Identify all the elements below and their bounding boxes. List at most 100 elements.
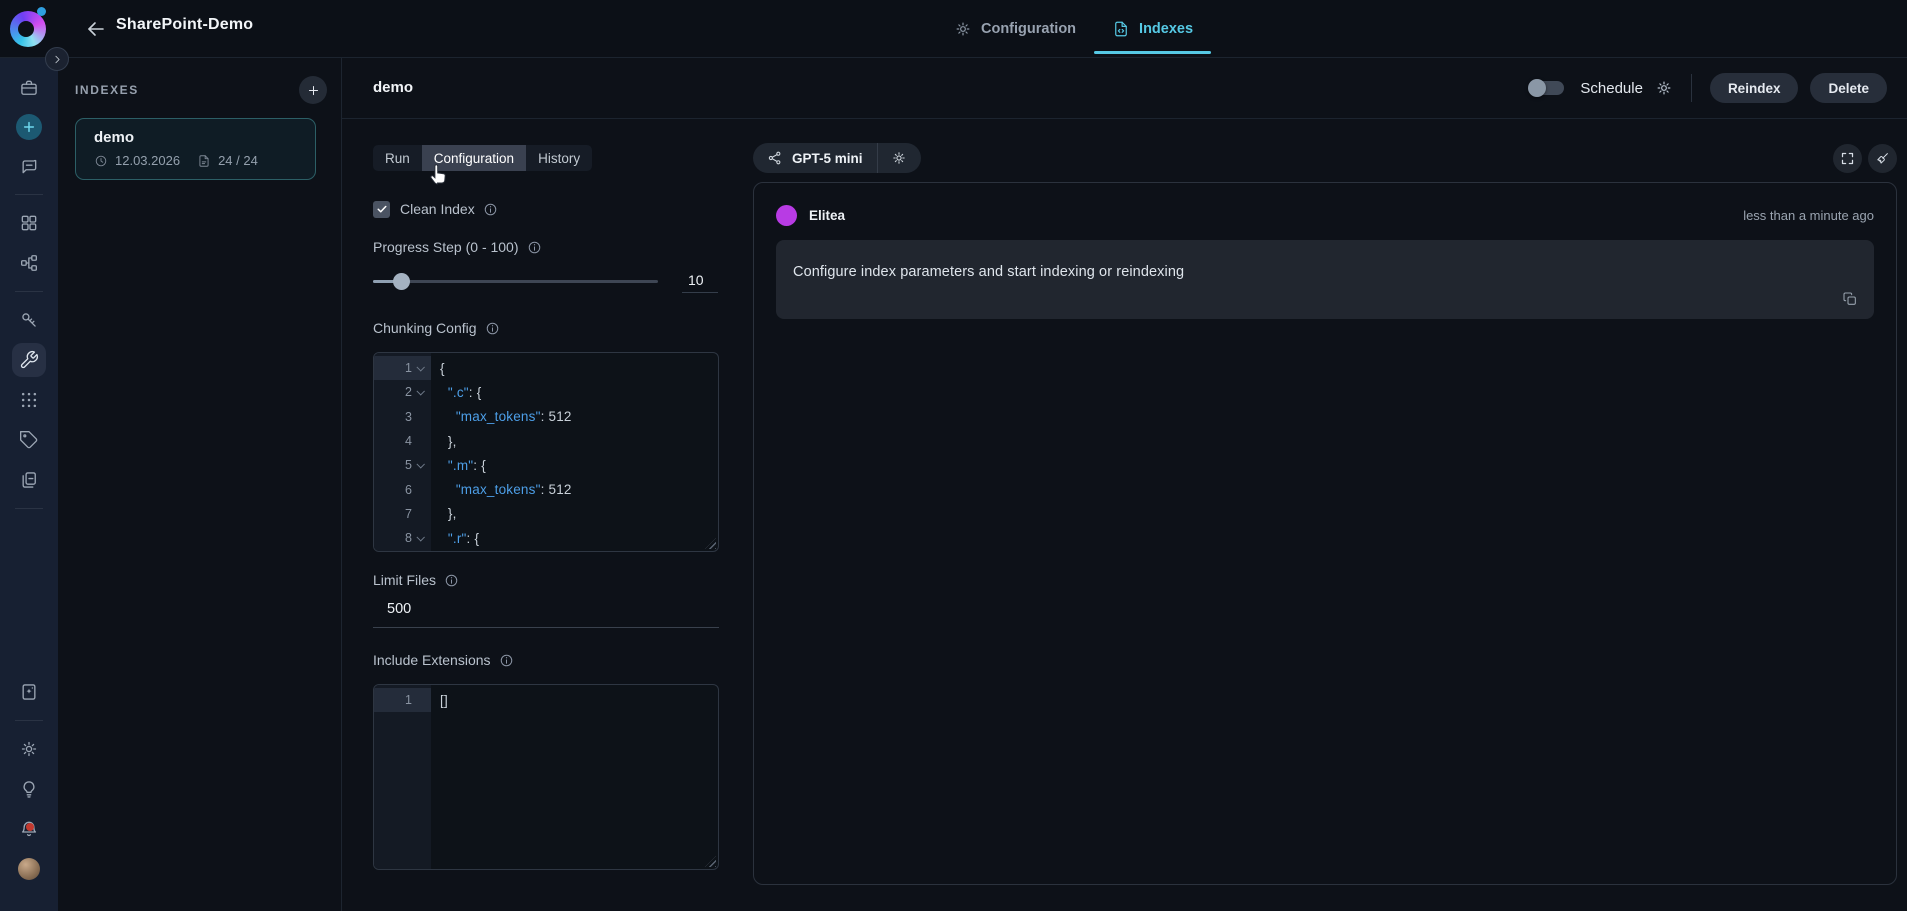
sidebar-item-tag[interactable] xyxy=(12,423,46,457)
clean-index-info-icon[interactable] xyxy=(483,202,498,217)
chevron-right-icon xyxy=(51,53,64,66)
indexes-heading: INDEXES xyxy=(75,83,139,97)
model-selector[interactable]: GPT-5 mini xyxy=(753,143,921,173)
slider-track[interactable] xyxy=(373,279,658,283)
sidebar-item-key[interactable] xyxy=(12,303,46,337)
sidebar-item-gear[interactable] xyxy=(12,732,46,766)
code-line: { xyxy=(440,360,445,376)
sidebar-item-book-sparkle[interactable] xyxy=(12,675,46,709)
tab-run[interactable]: Run xyxy=(373,145,422,171)
actions-divider xyxy=(1690,74,1692,102)
model-settings-button[interactable] xyxy=(876,143,921,173)
code-row: 5 ".m": { xyxy=(374,453,718,477)
nav-tab-indexes[interactable]: Indexes xyxy=(1094,0,1212,58)
schedule-label: Schedule xyxy=(1580,79,1643,97)
reindex-button[interactable]: Reindex xyxy=(1709,73,1799,103)
flow-icon xyxy=(19,253,39,273)
progress-step-value-input[interactable] xyxy=(682,269,718,293)
breadcrumb-title: SharePoint-Demo xyxy=(116,16,254,33)
message-timestamp: less than a minute ago xyxy=(1743,208,1874,223)
line-number: 3 xyxy=(405,409,412,424)
copy-message-button[interactable] xyxy=(1842,291,1858,307)
schedule-settings-icon[interactable] xyxy=(1655,79,1673,97)
line-number: 2 xyxy=(374,380,431,404)
code-row: 8 ".r": { xyxy=(374,526,718,550)
documents-icon xyxy=(19,470,39,490)
top-nav: Configuration Indexes xyxy=(936,0,1212,58)
include-extensions-info-icon[interactable] xyxy=(499,653,514,668)
nav-tab-configuration[interactable]: Configuration xyxy=(936,0,1094,58)
slider-thumb[interactable] xyxy=(393,272,410,290)
chat-icon xyxy=(19,156,39,176)
message-author: Elitea xyxy=(809,208,846,223)
sidebar-item-grid[interactable] xyxy=(12,206,46,240)
file-code-icon xyxy=(1112,20,1130,38)
index-config-form: Run Configuration History Clean Index Pr… xyxy=(373,119,719,870)
sidebar-item-avatar[interactable] xyxy=(12,852,46,886)
line-number: 4 xyxy=(405,434,412,449)
gear-icon xyxy=(954,20,972,38)
limit-files-info-icon[interactable] xyxy=(444,573,459,588)
page-header: demo Schedule Reindex Delete xyxy=(342,58,1907,119)
code-row: 4 }, xyxy=(374,429,718,453)
limit-files-label: Limit Files xyxy=(373,572,719,588)
limit-files-input[interactable] xyxy=(373,596,719,628)
code-line: "max_tokens": 512 xyxy=(455,409,572,425)
sidebar-item-bell[interactable] xyxy=(12,812,46,846)
sidebar-item-documents[interactable] xyxy=(12,463,46,497)
gear-icon xyxy=(19,739,39,759)
clock-icon xyxy=(94,154,108,168)
progress-step-info-icon[interactable] xyxy=(527,240,542,255)
chunking-config-info-icon[interactable] xyxy=(485,321,500,336)
sidebar-item-plus-circle[interactable] xyxy=(16,114,42,140)
schedule-toggle[interactable] xyxy=(1528,79,1565,97)
logo-status-dot xyxy=(37,7,46,16)
sidebar-expand-button[interactable] xyxy=(45,47,69,71)
index-list-item[interactable]: demo 12.03.2026 24 / 24 xyxy=(75,118,316,180)
sidebar-item-chat[interactable] xyxy=(12,149,46,183)
tab-configuration[interactable]: Configuration xyxy=(421,145,527,171)
sidebar-item-flow[interactable] xyxy=(12,246,46,280)
briefcase-icon xyxy=(19,78,39,98)
include-extensions-editor[interactable]: 1 [] xyxy=(373,684,719,870)
nav-tab-label: Indexes xyxy=(1139,21,1194,37)
sidebar-item-wrench[interactable] xyxy=(12,343,46,377)
progress-step-slider[interactable] xyxy=(373,271,658,291)
fold-chevron-icon[interactable] xyxy=(416,460,425,469)
app-root: SharePoint-Demo Configuration Indexes IN… xyxy=(0,0,1907,911)
bell-icon xyxy=(19,819,39,839)
plus-icon xyxy=(306,83,321,98)
dots-grid-icon xyxy=(19,390,39,410)
code-row: 6 "max_tokens": 512 xyxy=(374,477,718,501)
editor-gutter xyxy=(374,685,431,869)
back-button[interactable] xyxy=(84,17,108,41)
user-avatar xyxy=(18,858,40,880)
clear-chat-button[interactable] xyxy=(1868,143,1897,173)
tab-history[interactable]: History xyxy=(526,145,592,171)
editor-resize-handle[interactable] xyxy=(705,856,716,867)
sidebar-item-dots-grid[interactable] xyxy=(12,383,46,417)
index-name: demo xyxy=(94,129,135,146)
chunking-config-editor[interactable]: 1{2 ".c": {3 "max_tokens": 512 4 }, 5 ".m"… xyxy=(373,352,719,552)
sidebar-item-briefcase[interactable] xyxy=(12,71,46,105)
broom-icon xyxy=(1875,151,1890,166)
code-row: 7 }, xyxy=(374,502,718,526)
fullscreen-button[interactable] xyxy=(1833,143,1862,173)
clean-index-checkbox[interactable] xyxy=(373,200,390,218)
add-index-button[interactable] xyxy=(299,76,327,104)
sidebar-item-bulb[interactable] xyxy=(12,772,46,806)
delete-button[interactable]: Delete xyxy=(1810,73,1887,103)
code-line: ".r": { xyxy=(447,530,480,546)
fold-chevron-icon[interactable] xyxy=(416,533,425,542)
code-row: 1 [] xyxy=(374,688,718,713)
fold-chevron-icon[interactable] xyxy=(416,387,425,396)
fold-chevron-icon[interactable] xyxy=(416,363,425,372)
assistant-avatar xyxy=(776,205,797,226)
clean-index-label: Clean Index xyxy=(400,201,498,217)
line-number: 6 xyxy=(405,482,412,497)
indexes-panel: INDEXES demo 12.03.2026 24 / 24 xyxy=(58,58,342,911)
code-line: }, xyxy=(440,433,457,449)
sidebar-divider xyxy=(15,194,43,195)
page-title: demo xyxy=(373,79,414,96)
app-logo-icon[interactable] xyxy=(10,11,46,47)
